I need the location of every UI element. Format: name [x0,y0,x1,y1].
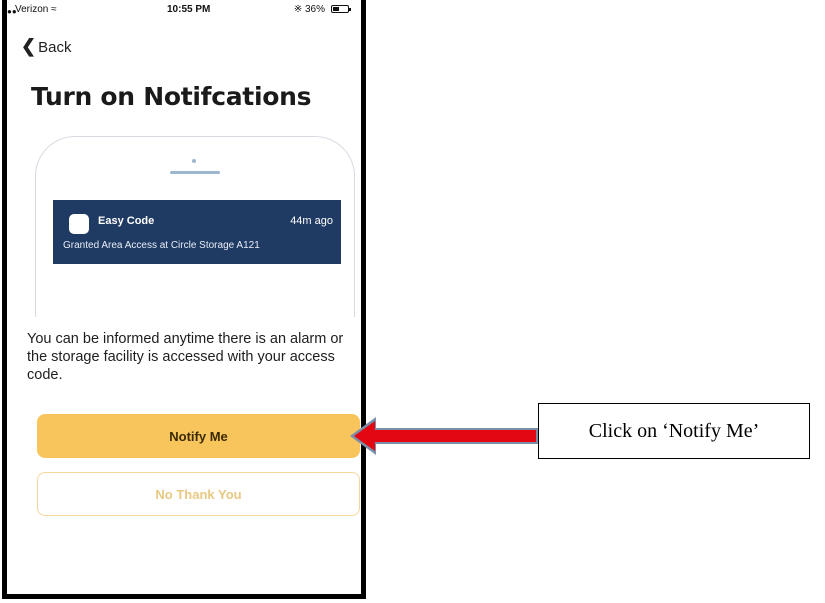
no-thank-you-button[interactable]: No Thank You [37,472,360,516]
notification-app-name: Easy Code [98,215,155,227]
speaker-bar [170,171,220,174]
info-text: You can be informed anytime there is an … [27,331,344,383]
page-title: Turn on Notifcations [31,82,312,111]
notification-message: Granted Area Access at Circle Storage A1… [63,240,260,251]
instruction-callout: Click on ‘Notify Me’ [538,403,810,459]
phone-screen: ●● Verizon ≈ 10:55 PM ※ 36% ❮ Back Turn … [2,0,366,599]
camera-dot [192,159,196,163]
back-label: Back [38,39,72,56]
battery-icon [331,5,351,13]
red-arrow-icon [350,417,538,455]
status-time: 10:55 PM [167,4,211,15]
notify-me-button[interactable]: Notify Me [37,414,360,458]
wifi-icon: ≈ [51,4,57,15]
carrier-label: Verizon [15,4,49,15]
status-bar: ●● Verizon ≈ 10:55 PM ※ 36% [7,0,361,20]
battery-percent: 36% [304,4,325,15]
chevron-left-icon: ❮ [21,36,37,56]
back-button[interactable]: ❮ Back [21,36,72,57]
app-icon [69,214,89,234]
bluetooth-icon: ※ [293,4,303,15]
notification-preview: Easy Code 44m ago Granted Area Access at… [53,200,341,264]
notification-time: 44m ago [290,215,333,227]
